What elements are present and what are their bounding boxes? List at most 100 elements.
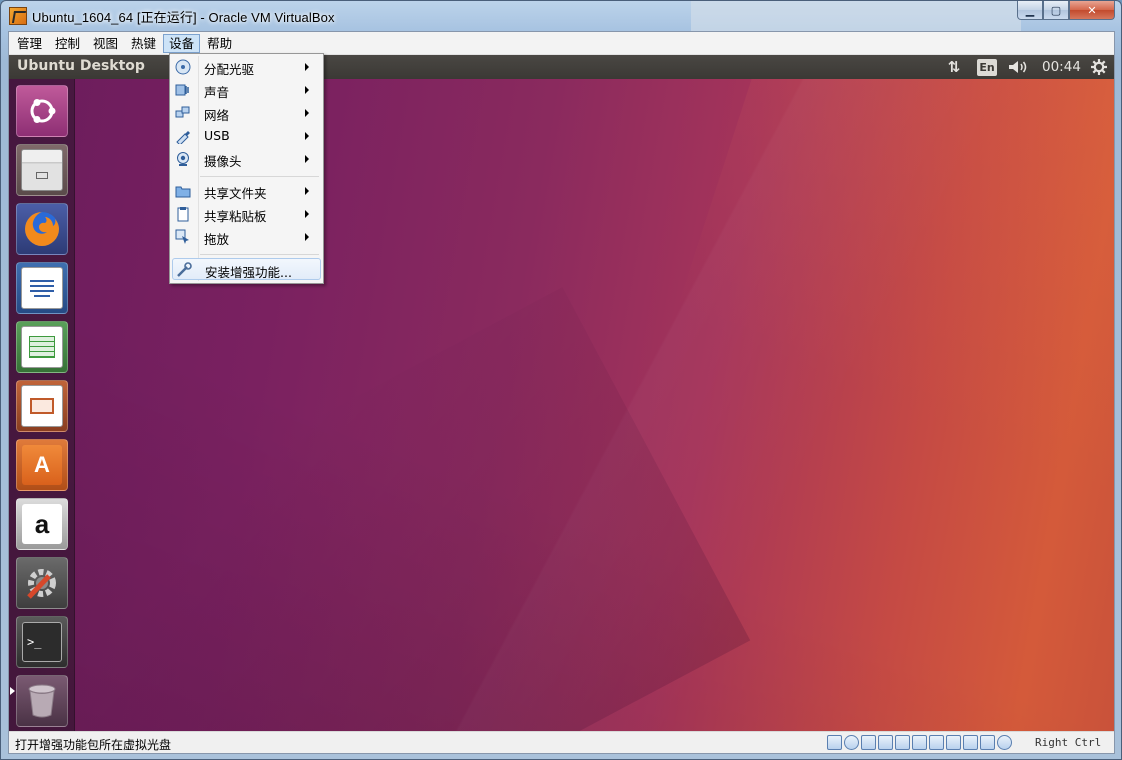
terminal-button[interactable]: >_ bbox=[16, 616, 68, 668]
usb-icon bbox=[176, 131, 190, 144]
title-bar[interactable]: Ubuntu_1604_64 [正在运行] - Oracle VM Virtua… bbox=[1, 1, 1121, 31]
minimize-button[interactable]: ▁ bbox=[1017, 1, 1043, 20]
submenu-arrow-icon bbox=[305, 187, 309, 195]
network-icon bbox=[175, 106, 190, 118]
display-status-icon[interactable] bbox=[929, 735, 944, 750]
submenu-arrow-icon bbox=[305, 63, 309, 71]
window-title: Ubuntu_1604_64 [正在运行] - Oracle VM Virtua… bbox=[32, 10, 335, 25]
menu-item-label: 安装增强功能... bbox=[205, 265, 292, 280]
close-icon: ✕ bbox=[1087, 3, 1097, 17]
software-button[interactable]: A bbox=[16, 439, 68, 491]
impress-button[interactable] bbox=[16, 380, 68, 432]
clock[interactable]: 00:44 bbox=[1042, 59, 1081, 75]
system-gear-icon[interactable] bbox=[1089, 58, 1109, 76]
optical-drive-status-icon[interactable] bbox=[844, 735, 859, 750]
keyboard-language-indicator[interactable]: En bbox=[977, 58, 997, 76]
settings-button[interactable] bbox=[16, 557, 68, 609]
drag-drop-icon bbox=[175, 229, 189, 244]
menu-item-label: 共享粘贴板 bbox=[204, 209, 267, 224]
menu-item-label: USB bbox=[204, 128, 230, 143]
statusbar-icons bbox=[827, 735, 1012, 750]
menu-bar: 管理 控制 视图 热键 设备 帮助 bbox=[9, 32, 1114, 55]
optical-disc-icon bbox=[175, 59, 191, 75]
menu-help[interactable]: 帮助 bbox=[201, 34, 238, 53]
menu-item-label: 声音 bbox=[204, 85, 230, 100]
volume-icon[interactable] bbox=[1007, 58, 1029, 76]
trash-button[interactable] bbox=[16, 675, 68, 727]
running-indicator-icon bbox=[10, 687, 15, 695]
firefox-icon bbox=[25, 212, 59, 246]
virtualbox-app-icon bbox=[9, 7, 27, 25]
maximize-button[interactable]: ▢ bbox=[1043, 1, 1069, 20]
calc-button[interactable] bbox=[16, 321, 68, 373]
audio-icon bbox=[175, 84, 189, 96]
submenu-arrow-icon bbox=[305, 132, 309, 140]
shared-folder-icon bbox=[175, 186, 191, 198]
ubuntu-software-icon: A bbox=[22, 445, 62, 485]
menu-item-shared-clipboard[interactable]: 共享粘贴板 bbox=[172, 203, 321, 225]
files-button[interactable] bbox=[16, 144, 68, 196]
menu-item-usb[interactable]: USB bbox=[172, 125, 321, 147]
language-label: En bbox=[977, 58, 997, 76]
submenu-arrow-icon bbox=[305, 86, 309, 94]
ubuntu-launcher: A a >_ bbox=[9, 79, 75, 731]
webcam-icon bbox=[177, 152, 189, 166]
menu-devices[interactable]: 设备 bbox=[163, 33, 201, 53]
menu-item-label: 拖放 bbox=[204, 232, 230, 247]
menu-hotkeys[interactable]: 热键 bbox=[125, 34, 162, 53]
amazon-icon: a bbox=[22, 504, 62, 544]
host-key-label: Right Ctrl bbox=[1035, 736, 1102, 749]
menu-control[interactable]: 控制 bbox=[49, 34, 86, 53]
libreoffice-calc-icon bbox=[21, 326, 63, 368]
ubuntu-dash-icon bbox=[30, 99, 56, 123]
submenu-arrow-icon bbox=[305, 210, 309, 218]
network-transfer-icon[interactable]: ⇅ bbox=[944, 58, 964, 76]
clipboard-icon bbox=[177, 207, 189, 222]
status-bar: 打开增强功能包所在虚拟光盘 Right Ctrl bbox=[9, 731, 1114, 753]
menu-item-network[interactable]: 网络 bbox=[172, 102, 321, 124]
shared-folders-status-icon[interactable] bbox=[912, 735, 927, 750]
keyboard-capture-status-icon[interactable] bbox=[997, 735, 1012, 750]
trash-icon bbox=[28, 684, 56, 718]
menu-view[interactable]: 视图 bbox=[87, 34, 124, 53]
submenu-arrow-icon bbox=[305, 109, 309, 117]
usb-status-icon[interactable] bbox=[895, 735, 910, 750]
firefox-button[interactable] bbox=[16, 203, 68, 255]
hard-disk-status-icon[interactable] bbox=[827, 735, 842, 750]
files-icon bbox=[21, 149, 63, 191]
audio-status-icon[interactable] bbox=[861, 735, 876, 750]
submenu-arrow-icon bbox=[305, 155, 309, 163]
cpu-status-icon[interactable] bbox=[963, 735, 978, 750]
video-capture-status-icon[interactable] bbox=[946, 735, 961, 750]
menu-item-audio[interactable]: 声音 bbox=[172, 79, 321, 101]
menu-item-label: 分配光驱 bbox=[204, 62, 255, 77]
menu-manage[interactable]: 管理 bbox=[11, 34, 48, 53]
libreoffice-writer-icon bbox=[21, 267, 63, 309]
menu-item-shared-folders[interactable]: 共享文件夹 bbox=[172, 180, 321, 202]
menu-item-drag-and-drop[interactable]: 拖放 bbox=[172, 226, 321, 248]
amazon-button[interactable]: a bbox=[16, 498, 68, 550]
menu-item-optical-drives[interactable]: 分配光驱 bbox=[172, 56, 321, 78]
submenu-arrow-icon bbox=[305, 233, 309, 241]
mouse-integration-status-icon[interactable] bbox=[980, 735, 995, 750]
maximize-icon: ▢ bbox=[1050, 3, 1062, 17]
virtualbox-window: Ubuntu_1604_64 [正在运行] - Oracle VM Virtua… bbox=[0, 0, 1122, 760]
guest-additions-icon bbox=[177, 262, 192, 277]
libreoffice-impress-icon bbox=[21, 385, 63, 427]
menu-item-label: 共享文件夹 bbox=[204, 186, 267, 201]
menu-separator bbox=[200, 254, 319, 255]
network-status-icon[interactable] bbox=[878, 735, 893, 750]
devices-dropdown-menu: 分配光驱 声音 网络 USB 摄像头 共享文件夹 共享粘贴板 拖放 安装增强功能… bbox=[169, 53, 324, 284]
minimize-icon: ▁ bbox=[1025, 3, 1035, 17]
menu-item-install-guest-additions[interactable]: 安装增强功能... bbox=[172, 258, 321, 280]
close-button[interactable]: ✕ bbox=[1069, 1, 1115, 20]
menu-item-webcam[interactable]: 摄像头 bbox=[172, 148, 321, 170]
caption-buttons: ▁ ▢ ✕ bbox=[1017, 1, 1115, 21]
writer-button[interactable] bbox=[16, 262, 68, 314]
status-text: 打开增强功能包所在虚拟光盘 bbox=[15, 738, 172, 752]
system-settings-icon bbox=[27, 569, 56, 599]
menu-item-label: 网络 bbox=[204, 108, 230, 123]
menu-item-label: 摄像头 bbox=[204, 154, 242, 169]
menu-separator bbox=[200, 176, 319, 177]
ubuntu-dash-button[interactable] bbox=[16, 85, 68, 137]
